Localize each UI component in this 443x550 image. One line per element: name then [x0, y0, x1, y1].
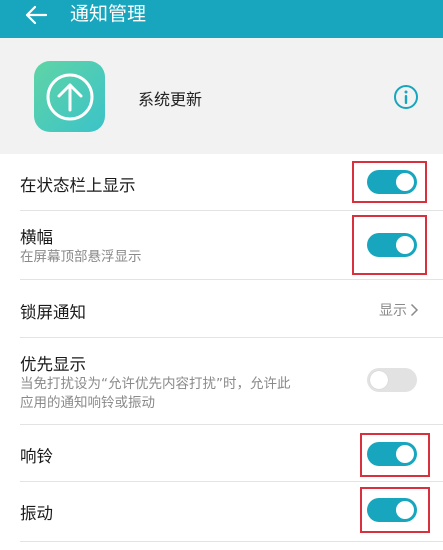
- chevron-right-icon: [410, 303, 419, 317]
- setting-title: 振动: [20, 504, 53, 523]
- page-title: 通知管理: [70, 3, 147, 25]
- setting-subtitle-line2: 应用的通知响铃或振动: [20, 395, 155, 411]
- app-name: 系统更新: [138, 90, 203, 109]
- info-button[interactable]: [393, 84, 419, 110]
- back-button[interactable]: [20, 0, 52, 30]
- setting-row-priority[interactable]: 优先显示 当免打扰设为“允许优先内容打扰”时，允许此 应用的通知响铃或振动: [0, 338, 443, 425]
- highlight-box: [360, 433, 430, 477]
- arrow-up-circle-icon: [46, 73, 93, 120]
- highlight-box: [360, 487, 430, 533]
- setting-title: 横幅: [20, 228, 53, 247]
- setting-title: 锁屏通知: [20, 303, 86, 322]
- setting-row-vibrate[interactable]: 振动: [0, 482, 443, 542]
- toggle-knob: [370, 371, 388, 389]
- highlight-box: [352, 215, 427, 275]
- setting-title: 在状态栏上显示: [20, 176, 136, 195]
- setting-row-lock-screen[interactable]: 锁屏通知 显示: [0, 280, 443, 338]
- app-info-card: 系统更新: [0, 38, 443, 154]
- app-icon: [34, 61, 105, 132]
- setting-row-status-bar[interactable]: 在状态栏上显示: [0, 154, 443, 211]
- setting-row-banner[interactable]: 横幅 在屏幕顶部悬浮显示: [0, 211, 443, 280]
- info-icon: [394, 85, 418, 109]
- setting-row-ring[interactable]: 响铃: [0, 425, 443, 482]
- setting-title: 响铃: [20, 447, 53, 466]
- setting-subtitle-line1: 当免打扰设为“允许优先内容打扰”时，允许此: [20, 376, 291, 392]
- divider: [20, 541, 443, 542]
- lock-screen-value-text: 显示: [379, 303, 407, 319]
- setting-title: 优先显示: [20, 355, 86, 374]
- arrow-left-icon: [25, 5, 48, 25]
- highlight-box: [352, 161, 427, 203]
- top-bar: 通知管理: [0, 0, 443, 38]
- lock-screen-value[interactable]: 显示: [379, 300, 419, 320]
- setting-subtitle: 在屏幕顶部悬浮显示: [20, 249, 142, 265]
- priority-toggle[interactable]: [367, 368, 417, 392]
